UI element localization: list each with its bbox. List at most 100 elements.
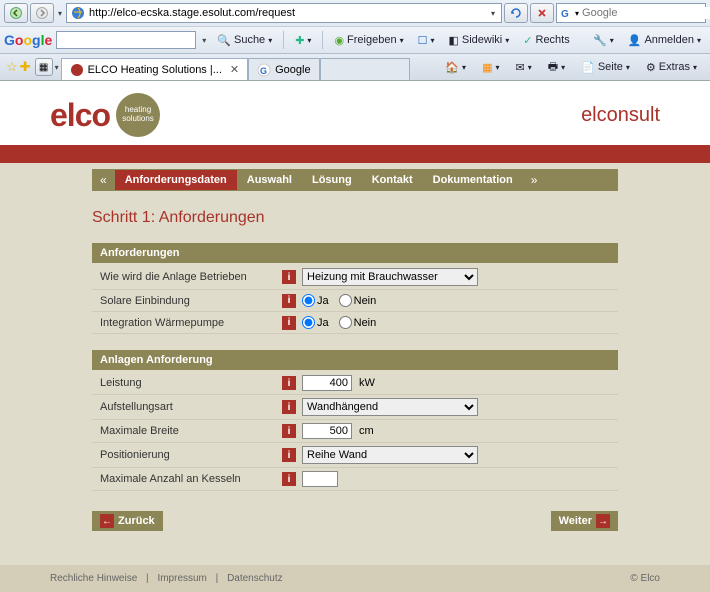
search-input[interactable]: [582, 7, 710, 19]
share-button[interactable]: ◉Freigeben▾: [329, 32, 408, 49]
google-toolbar-logo: Google: [4, 32, 52, 48]
red-band: [0, 145, 710, 163]
main-nav: « Anforderungsdaten Auswahl Lösung Konta…: [92, 169, 618, 191]
close-tab-icon[interactable]: ✕: [226, 63, 239, 76]
nav-auswahl[interactable]: Auswahl: [237, 170, 302, 190]
tab-google[interactable]: G Google: [248, 58, 319, 80]
settings-button[interactable]: 🔧▾: [588, 32, 619, 49]
google-search-button[interactable]: 🔍Suche▾: [212, 32, 277, 49]
info-icon[interactable]: i: [282, 376, 296, 390]
info-icon[interactable]: i: [282, 472, 296, 486]
more-button[interactable]: ✚▾: [290, 32, 316, 49]
sidewiki-button[interactable]: ◧Sidewiki▾: [444, 32, 515, 49]
elco-favicon: [70, 63, 84, 77]
back-label: Zurück: [118, 515, 155, 527]
footer-privacy[interactable]: Datenschutz: [227, 573, 283, 584]
tab-new[interactable]: [320, 58, 410, 80]
label-leistung: Leistung: [92, 377, 282, 389]
back-button[interactable]: [4, 3, 28, 23]
input-breite[interactable]: [302, 423, 352, 439]
tab-list-button[interactable]: ▦: [35, 58, 53, 76]
extras-menu[interactable]: ⚙Extras▾: [641, 56, 702, 79]
forward-button[interactable]: [30, 3, 54, 23]
nav-next[interactable]: »: [523, 173, 546, 187]
section2-header: Anlagen Anforderung: [92, 350, 618, 370]
nav-loesung[interactable]: Lösung: [302, 170, 362, 190]
page-menu[interactable]: 📄Seite▾: [576, 56, 635, 79]
select-aufstellung[interactable]: Wandhängend: [302, 398, 478, 416]
refresh-button[interactable]: [504, 3, 528, 23]
page-label: Seite: [598, 61, 623, 73]
section1-header: Anforderungen: [92, 243, 618, 263]
select-positionierung[interactable]: Reihe Wand: [302, 446, 478, 464]
rights-button[interactable]: ✓Rechts: [518, 32, 574, 49]
history-dropdown[interactable]: ▾: [56, 9, 64, 18]
address-bar[interactable]: ▾: [66, 3, 502, 23]
radio-solar-nein[interactable]: [339, 294, 352, 307]
google-search-dropdown[interactable]: ▾: [200, 36, 208, 45]
home-button[interactable]: 🏠▾: [440, 56, 471, 79]
info-icon[interactable]: i: [282, 316, 296, 330]
input-kessel[interactable]: [302, 471, 338, 487]
logo: elco heating solutions: [50, 93, 160, 137]
info-icon[interactable]: i: [282, 424, 296, 438]
share-label: Freigeben: [347, 34, 397, 46]
tab-elco[interactable]: ELCO Heating Solutions |... ✕: [61, 58, 249, 80]
footer: Rechliche Hinweise | Impressum | Datensc…: [0, 565, 710, 592]
radio-solar-ja[interactable]: [302, 294, 315, 307]
label-kessel: Maximale Anzahl an Kesseln: [92, 473, 282, 485]
sidewiki-label: Sidewiki: [462, 34, 502, 46]
mail-button[interactable]: ✉▾: [510, 56, 536, 79]
browser-search[interactable]: G▾ 🔍: [556, 3, 706, 23]
back-button[interactable]: ← Zurück: [92, 511, 163, 531]
label-aufstellung: Aufstellungsart: [92, 401, 282, 413]
url-input[interactable]: [89, 7, 485, 19]
arrow-left-icon: ←: [100, 514, 114, 528]
arrow-right-icon: →: [596, 514, 610, 528]
radio-label: Ja: [317, 295, 329, 307]
radio-label: Nein: [354, 295, 377, 307]
info-icon[interactable]: i: [282, 400, 296, 414]
login-label: Anmelden: [644, 34, 694, 46]
step-title: Schritt 1: Anforderungen: [92, 209, 618, 227]
info-icon[interactable]: i: [282, 294, 296, 308]
radio-wp-ja[interactable]: [302, 316, 315, 329]
footer-legal[interactable]: Rechliche Hinweise: [50, 573, 137, 584]
print-button[interactable]: 🖶▾: [543, 56, 570, 79]
feeds-button[interactable]: ▦▾: [477, 56, 504, 79]
ie-icon: [71, 6, 85, 20]
next-label: Weiter: [559, 515, 592, 527]
select-betrieb[interactable]: Heizung mit Brauchwasser: [302, 268, 478, 286]
label-solar: Solare Einbindung: [92, 295, 282, 307]
input-leistung[interactable]: [302, 375, 352, 391]
search-label: Suche: [234, 34, 265, 46]
nav-prev[interactable]: «: [92, 173, 115, 187]
footer-imprint[interactable]: Impressum: [157, 573, 206, 584]
nav-anforderungsdaten[interactable]: Anforderungsdaten: [115, 170, 237, 190]
bookmark-button[interactable]: ☐▾: [413, 32, 440, 49]
tab-list-dropdown[interactable]: ▾: [53, 63, 61, 72]
unit-cm: cm: [359, 425, 374, 437]
nav-kontakt[interactable]: Kontakt: [362, 170, 423, 190]
google-favicon: G: [257, 63, 271, 77]
svg-text:G: G: [561, 9, 569, 19]
next-button[interactable]: Weiter →: [551, 511, 618, 531]
info-icon[interactable]: i: [282, 448, 296, 462]
unit-kw: kW: [359, 377, 375, 389]
footer-copyright: © Elco: [630, 573, 660, 584]
radio-wp-nein[interactable]: [339, 316, 352, 329]
login-button[interactable]: 👤Anmelden▾: [623, 32, 706, 49]
stop-button[interactable]: [530, 3, 554, 23]
url-dropdown[interactable]: ▾: [489, 9, 497, 18]
logo-badge: heating solutions: [116, 93, 160, 137]
extras-label: Extras: [659, 61, 690, 73]
nav-dokumentation[interactable]: Dokumentation: [423, 170, 523, 190]
rights-label: Rechts: [536, 34, 570, 46]
search-provider-dropdown[interactable]: G▾: [561, 7, 579, 19]
info-icon[interactable]: i: [282, 270, 296, 284]
radio-label: Ja: [317, 317, 329, 329]
favorites-icon[interactable]: ☆: [6, 59, 18, 75]
add-favorites-icon[interactable]: ✚: [20, 59, 31, 75]
google-toolbar-search[interactable]: [56, 31, 196, 49]
svg-text:G: G: [260, 66, 267, 76]
